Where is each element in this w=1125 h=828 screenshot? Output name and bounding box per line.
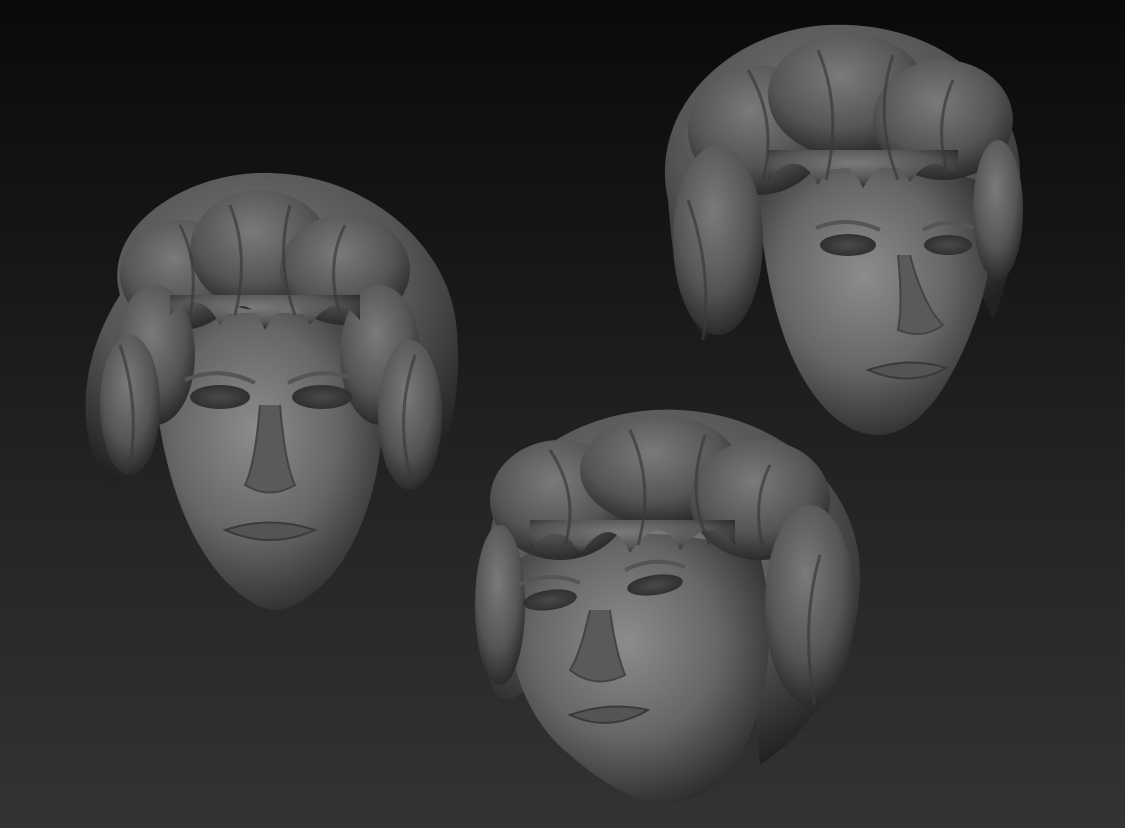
face	[758, 167, 994, 435]
left-eye	[190, 385, 250, 409]
right-eye	[292, 385, 352, 409]
sculpt-viewport[interactable]	[0, 0, 1125, 828]
sculpted-head-upward-tilt[interactable]	[470, 405, 865, 810]
sculpted-head-front[interactable]	[60, 165, 470, 620]
left-eye	[820, 234, 876, 256]
sculpted-head-three-quarter[interactable]	[648, 20, 1028, 440]
face	[507, 533, 770, 804]
right-eye	[924, 235, 972, 255]
